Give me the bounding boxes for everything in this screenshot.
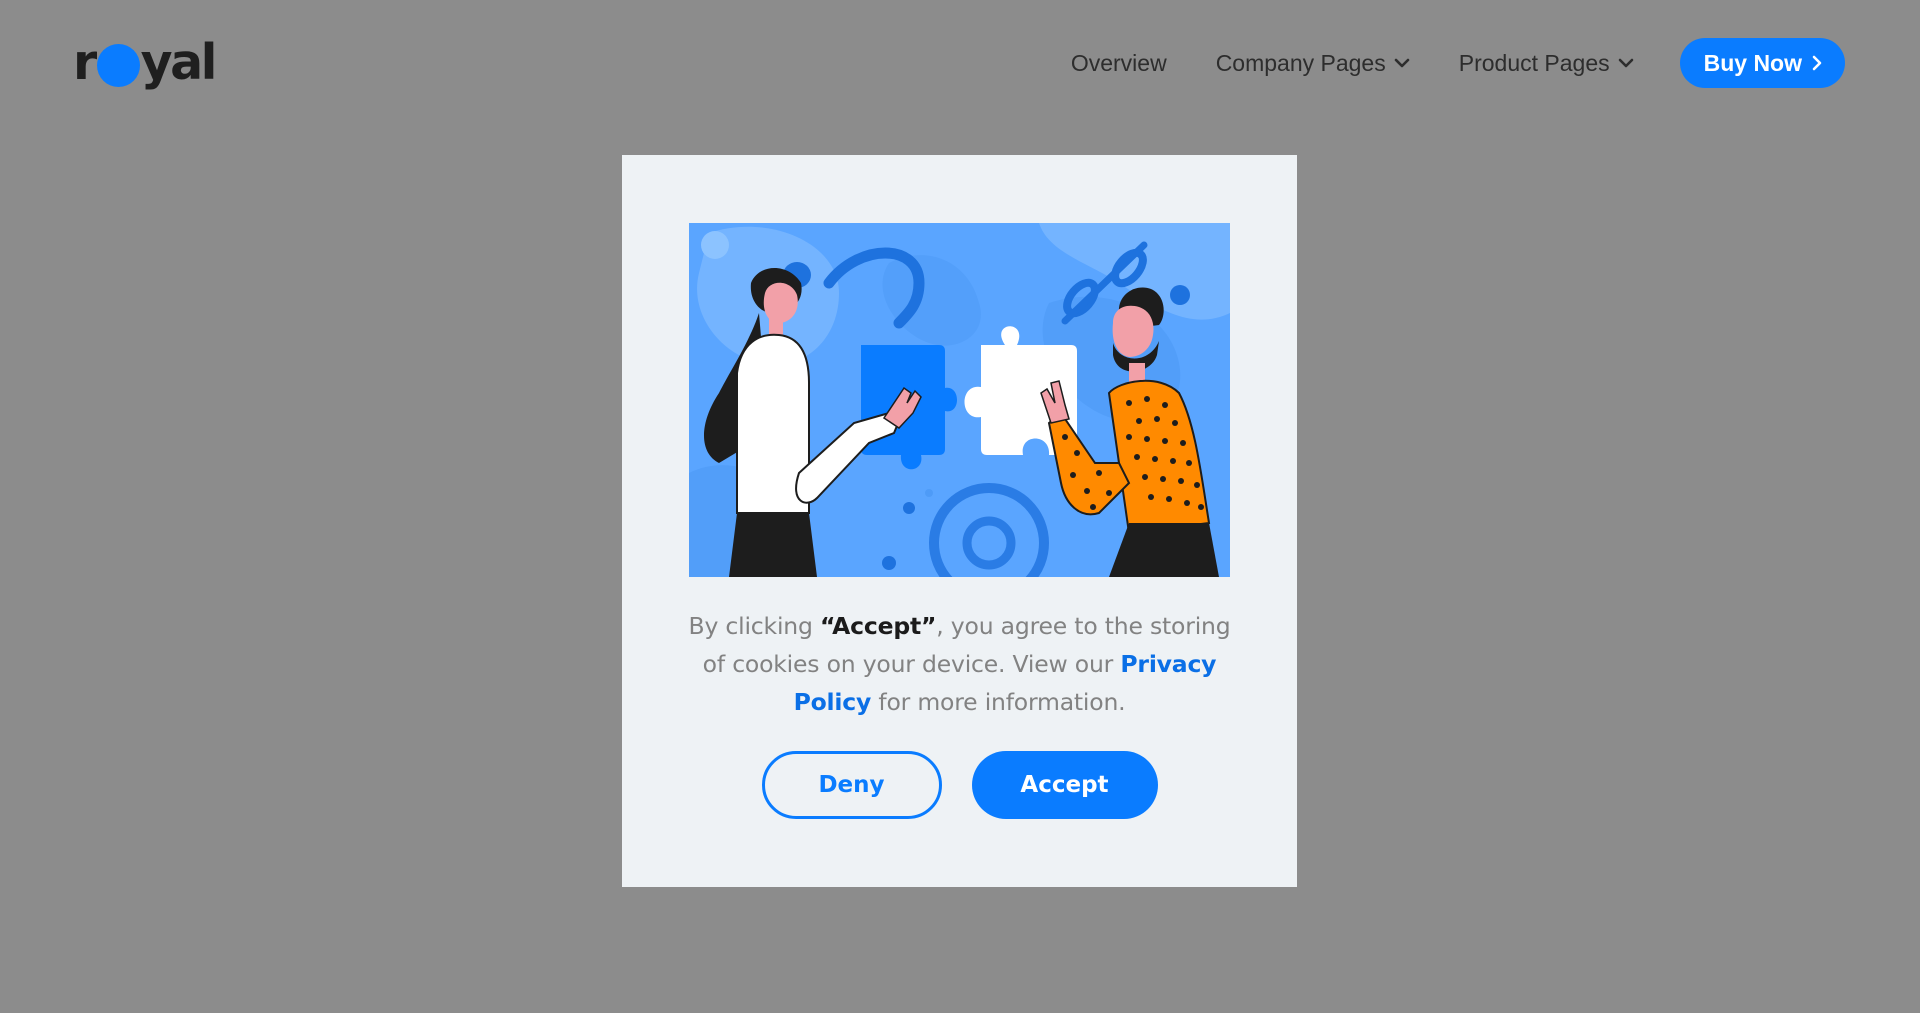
site-header: r yal Overview Company Pages Product Page… <box>0 0 1920 126</box>
chevron-down-icon <box>1618 57 1634 69</box>
logo-dot-icon <box>96 44 140 87</box>
nav-company-pages[interactable]: Company Pages <box>1216 50 1410 77</box>
consent-text-part1: By clicking <box>688 612 820 640</box>
puzzle-illustration <box>689 223 1230 577</box>
logo-text-start: r <box>73 33 97 91</box>
nav-product-pages[interactable]: Product Pages <box>1459 50 1634 77</box>
chevron-right-icon <box>1811 55 1822 71</box>
nav-product-pages-label: Product Pages <box>1458 49 1610 76</box>
consent-message: By clicking “Accept”, you agree to the s… <box>682 607 1237 721</box>
nav-company-pages-label: Company Pages <box>1215 49 1386 76</box>
consent-text-part3: for more information. <box>871 688 1126 716</box>
accept-quote: “Accept” <box>819 612 937 640</box>
main-nav: Overview Company Pages Product Pages Buy… <box>1071 38 1845 88</box>
chevron-down-icon <box>1394 57 1410 69</box>
logo-text-end: yal <box>140 33 218 91</box>
buy-now-button[interactable]: Buy Now <box>1679 38 1845 88</box>
buy-now-label: Buy Now <box>1703 49 1802 76</box>
deny-button[interactable]: Deny <box>761 751 942 819</box>
nav-overview-label: Overview <box>1070 49 1167 76</box>
accept-button[interactable]: Accept <box>971 751 1158 819</box>
cookie-consent-modal: By clicking “Accept”, you agree to the s… <box>622 155 1297 887</box>
consent-actions: Deny Accept <box>622 751 1297 819</box>
logo[interactable]: r yal <box>73 33 218 91</box>
nav-overview[interactable]: Overview <box>1071 50 1167 77</box>
